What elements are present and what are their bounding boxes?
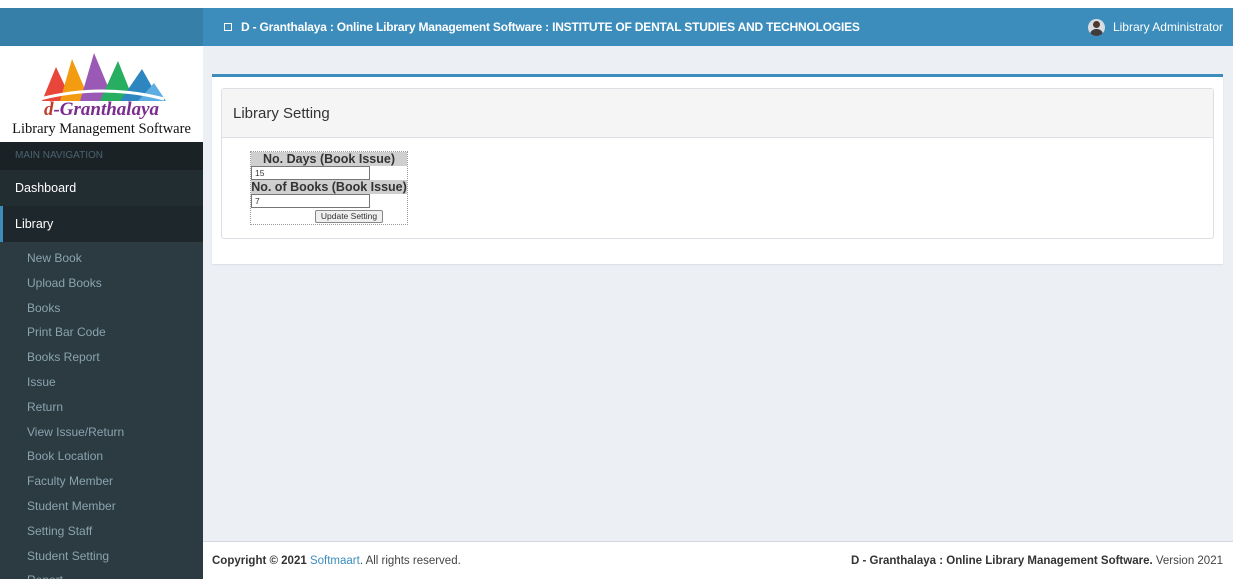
submenu-item-report[interactable]: Report [0,568,203,579]
submenu-item-student-member[interactable]: Student Member [0,494,203,519]
sidebar: d-Granthalaya Library Management Softwar… [0,46,203,579]
footer: Copyright © 2021 Softmaart. All rights r… [203,541,1233,579]
version-info: D - Granthalaya : Online Library Managem… [851,555,1223,567]
submenu-item-upload-books[interactable]: Upload Books [0,271,203,296]
version-text: Version 2021 [1152,555,1223,567]
days-input[interactable] [251,166,370,180]
nav-header: MAIN NAVIGATION [0,142,203,170]
submenu-item-issue[interactable]: Issue [0,370,203,395]
product-name: D - Granthalaya : Online Library Managem… [851,555,1153,567]
main-header: D - Granthalaya : Online Library Managem… [203,8,1233,46]
user-name: Library Administrator [1112,20,1223,34]
logo-tagline: Library Management Software [12,121,191,137]
library-submenu: New Book Upload Books Books Print Bar Co… [0,242,203,579]
update-setting-button[interactable]: Update Setting [314,209,384,223]
sidebar-toggle-icon[interactable] [224,23,232,31]
books-input[interactable] [251,194,370,208]
button-row: Update Setting [251,208,407,224]
submenu-item-setting-staff[interactable]: Setting Staff [0,519,203,544]
rights-text: . All rights reserved. [359,555,461,567]
user-avatar-icon [1087,18,1105,36]
submenu-item-print-bar-code[interactable]: Print Bar Code [0,320,203,345]
days-label: No. Days (Book Issue) [251,152,407,166]
book-fan-logo-icon [39,53,166,101]
logo-name: d-Granthalaya [43,99,160,120]
copyright: Copyright © 2021 Softmaart. All rights r… [212,555,461,567]
settings-form: No. Days (Book Issue) No. of Books (Book… [250,151,408,225]
submenu-item-books-report[interactable]: Books Report [0,345,203,370]
submenu-item-return[interactable]: Return [0,395,203,420]
submenu-item-faculty-member[interactable]: Faculty Member [0,469,203,494]
company-link[interactable]: Softmaart [310,555,360,567]
panel-title: Library Setting [222,89,1213,138]
submenu-item-new-book[interactable]: New Book [0,246,203,271]
sidebar-item-dashboard[interactable]: Dashboard [0,170,203,206]
submenu-item-view-issue-return[interactable]: View Issue/Return [0,420,203,445]
library-setting-panel: Library Setting No. Days (Book Issue) No… [221,88,1214,239]
submenu-item-books[interactable]: Books [0,296,203,321]
app-root: D - Granthalaya : Online Library Managem… [0,0,1233,579]
top-strip [0,0,1233,8]
books-label: No. of Books (Book Issue) [251,180,407,194]
submenu-item-student-setting[interactable]: Student Setting [0,544,203,569]
submenu-item-book-location[interactable]: Book Location [0,444,203,469]
user-menu[interactable]: Library Administrator [1087,8,1223,46]
copyright-prefix: Copyright © 2021 [212,555,307,567]
app-title: D - Granthalaya : Online Library Managem… [241,20,860,34]
header-logo-area [0,8,203,46]
sidebar-item-library[interactable]: Library [0,206,203,242]
logo[interactable]: d-Granthalaya Library Management Softwar… [0,46,203,142]
content-box: Library Setting No. Days (Book Issue) No… [212,74,1223,264]
